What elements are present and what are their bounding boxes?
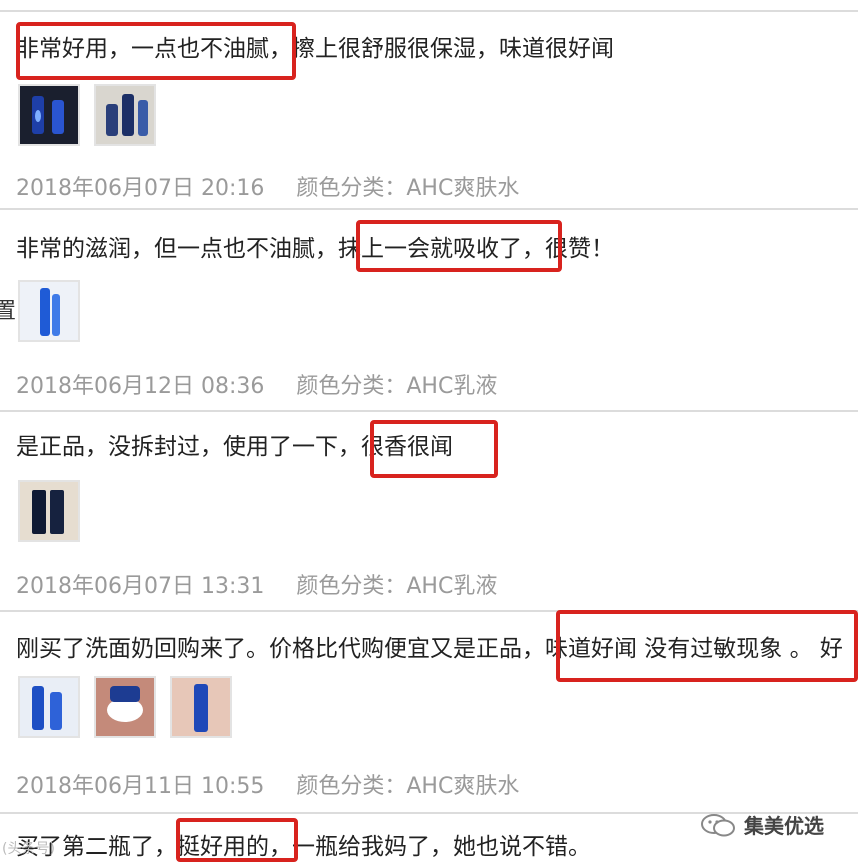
review-variant: 颜色分类：AHC爽肤水: [296, 176, 520, 201]
review-photo-thumbnail[interactable]: [18, 676, 80, 738]
review-photo-thumbnail[interactable]: [94, 84, 156, 146]
review-date: 2018年06月07日 20:16: [16, 176, 265, 201]
review-item: 非常好用，一点也不油腻，擦上很舒服很保湿，味道很好闻 2018年06月07日 2…: [0, 10, 858, 208]
review-photo-thumbnail[interactable]: [170, 676, 232, 738]
review-text: 非常好用，一点也不油腻，擦上很舒服很保湿，味道很好闻: [16, 36, 614, 62]
watermark-left: (头条号): [2, 841, 55, 857]
review-variant: 颜色分类：AHC爽肤水: [296, 774, 520, 799]
watermark-account-name: 集美优选: [744, 814, 824, 838]
review-photo-thumbnail[interactable]: [18, 84, 80, 146]
side-text-fragment: 置: [0, 299, 17, 324]
review-photo-thumbnail[interactable]: [18, 280, 80, 342]
review-item: 是正品，没拆封过，使用了一下，很香很闻 2018年06月07日 13:31 颜色分…: [0, 410, 858, 610]
review-variant: 颜色分类：AHC乳液: [296, 574, 498, 599]
review-item: 非常的滋润，但一点也不油腻，抹上一会就吸收了，很赞！ 2018年06月12日 0…: [0, 208, 858, 410]
wechat-icon: [701, 813, 735, 836]
review-photo-thumbnail[interactable]: [94, 676, 156, 738]
review-text: 是正品，没拆封过，使用了一下，很香很闻: [16, 434, 453, 460]
review-date: 2018年06月11日 10:55: [16, 774, 265, 799]
review-text: 买了第二瓶了，挺好用的，一瓶给我妈了，她也说不错。: [16, 834, 591, 860]
review-text: 刚买了洗面奶回购来了。价格比代购便宜又是正品，味道好闻 没有过敏现象 。 好: [16, 636, 843, 662]
review-date: 2018年06月12日 08:36: [16, 374, 265, 399]
review-photo-thumbnail[interactable]: [18, 480, 80, 542]
review-variant: 颜色分类：AHC乳液: [296, 374, 498, 399]
review-date: 2018年06月07日 13:31: [16, 574, 265, 599]
review-item: 刚买了洗面奶回购来了。价格比代购便宜又是正品，味道好闻 没有过敏现象 。 好 2…: [0, 610, 858, 812]
review-text: 非常的滋润，但一点也不油腻，抹上一会就吸收了，很赞！: [16, 236, 614, 262]
watermark-right: 集美优选: [700, 810, 824, 839]
